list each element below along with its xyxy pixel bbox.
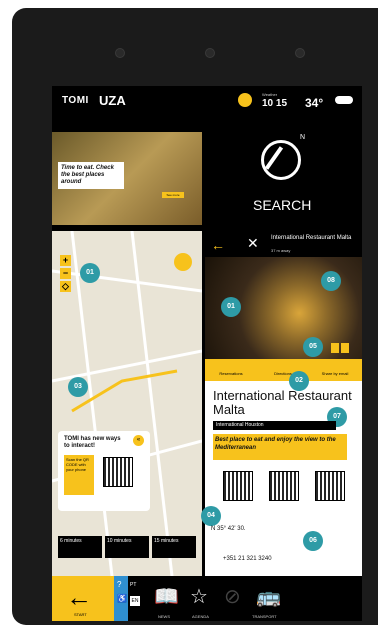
news-label: NEWS — [158, 614, 170, 619]
compass-nav-icon[interactable]: ⊘ — [224, 584, 241, 609]
restaurant-quote: Best place to eat and enjoy the view to … — [213, 434, 347, 460]
locate-button[interactable]: ◇ — [60, 281, 71, 292]
marker-03[interactable]: 03 — [68, 377, 88, 397]
marker-05[interactable]: 06 — [303, 531, 323, 551]
zoom-out-button[interactable]: − — [60, 268, 71, 279]
walk-time[interactable]: 15 minutes — [152, 536, 196, 558]
lang-pt[interactable]: PT — [130, 582, 136, 588]
temperature: 34° — [305, 96, 324, 110]
interact-title: TOMI has new ways to interact! — [64, 436, 121, 449]
help-icon[interactable]: ? — [117, 580, 121, 589]
promo-banner[interactable]: Time to eat. Check the best places aroun… — [52, 132, 202, 225]
qr-code-icon — [223, 471, 253, 501]
compass-north-label: N — [300, 134, 306, 141]
sun-icon — [238, 93, 252, 107]
walk-times: 6 minutes 10 minutes 15 minutes — [58, 536, 196, 558]
transport-label: TRANSPORT — [252, 614, 277, 619]
cuisine-tag: International Houston — [213, 421, 336, 430]
camera-dot — [205, 48, 215, 58]
walk-time[interactable]: 10 minutes — [105, 536, 149, 558]
map-roads — [52, 231, 202, 576]
start-button[interactable]: ← START — [52, 576, 114, 621]
banner-button[interactable]: See more — [162, 192, 184, 198]
qr-code-icon — [269, 471, 299, 501]
interact-hint-box: Scan the QR CODE with your phone — [64, 455, 94, 495]
marker-01[interactable]: 01 — [221, 297, 241, 317]
partner-logo: UZA — [99, 93, 126, 108]
restaurant-icon: ✕ — [247, 235, 259, 251]
back-arrow-icon: ← — [66, 582, 92, 612]
interact-hint: Scan the QR CODE with your phone — [66, 457, 89, 472]
close-icon[interactable]: « — [133, 435, 144, 446]
top-bar: TOMI UZA Weather 10 15 34° — [52, 86, 362, 116]
lang-en[interactable]: EN — [130, 596, 140, 606]
interact-card: TOMI has new ways to interact! Scan the … — [58, 431, 150, 511]
star-icon[interactable]: ☆ — [190, 584, 208, 609]
camera-dot — [115, 48, 125, 58]
banner-headline: Time to eat. Check the best places aroun… — [58, 162, 124, 189]
compass-button-icon[interactable] — [174, 253, 192, 271]
detail-header-distance: 37 m away — [271, 248, 291, 253]
cloud-icon — [335, 96, 353, 104]
weather-caption: Weather — [262, 92, 278, 97]
detail-header-title: International Restaurant Malta — [271, 235, 352, 241]
language-panel: ? ♿ — [114, 576, 128, 621]
bus-icon[interactable]: 🚌 — [256, 584, 281, 609]
qr-code-icon — [103, 457, 133, 487]
address: N 35° 42' 30. — [211, 526, 246, 532]
phone-number: +351 21 321 3240 — [223, 556, 272, 562]
map-panel[interactable]: + − ◇ 01 03 TOMI has new ways to interac… — [52, 231, 202, 576]
restaurant-detail: ← ✕ International Restaurant Malta 37 m … — [201, 231, 362, 576]
camera-dot — [295, 48, 305, 58]
action-bar: Reservations Directions Share by email — [205, 359, 362, 381]
brand-logo: TOMI — [62, 95, 89, 106]
accessibility-icon[interactable]: ♿ — [117, 594, 127, 603]
marker-04[interactable]: 05 — [303, 337, 323, 357]
marker-07[interactable]: 04 — [201, 506, 221, 526]
marker-01[interactable]: 01 — [80, 263, 100, 283]
next-photo-button[interactable] — [341, 343, 349, 353]
search-label: SEARCH — [253, 197, 312, 213]
agenda-label: AGENDA — [192, 614, 209, 619]
prev-photo-button[interactable] — [331, 343, 339, 353]
search-panel[interactable]: N SEARCH — [208, 132, 356, 225]
qr-code-icon — [315, 471, 345, 501]
zoom-in-button[interactable]: + — [60, 255, 71, 266]
compass-needle — [264, 146, 284, 170]
restaurant-photo: 01 08 05 — [205, 257, 362, 359]
start-label: START — [74, 612, 87, 617]
compass-icon — [261, 140, 301, 180]
bottom-nav: ← START ? ♿ PT EN 📖 NEWS ☆ AGENDA ⊘ 🚌 TR… — [52, 576, 362, 621]
kiosk-screen: TOMI UZA Weather 10 15 34° Time to eat. … — [52, 86, 362, 621]
walk-time[interactable]: 6 minutes — [58, 536, 102, 558]
clock-time: 10 15 — [262, 98, 288, 109]
detail-header: ← ✕ International Restaurant Malta 37 m … — [205, 231, 362, 257]
marker-08[interactable]: 08 — [321, 271, 341, 291]
back-button[interactable]: ← — [211, 237, 225, 253]
news-icon[interactable]: 📖 — [154, 584, 179, 609]
